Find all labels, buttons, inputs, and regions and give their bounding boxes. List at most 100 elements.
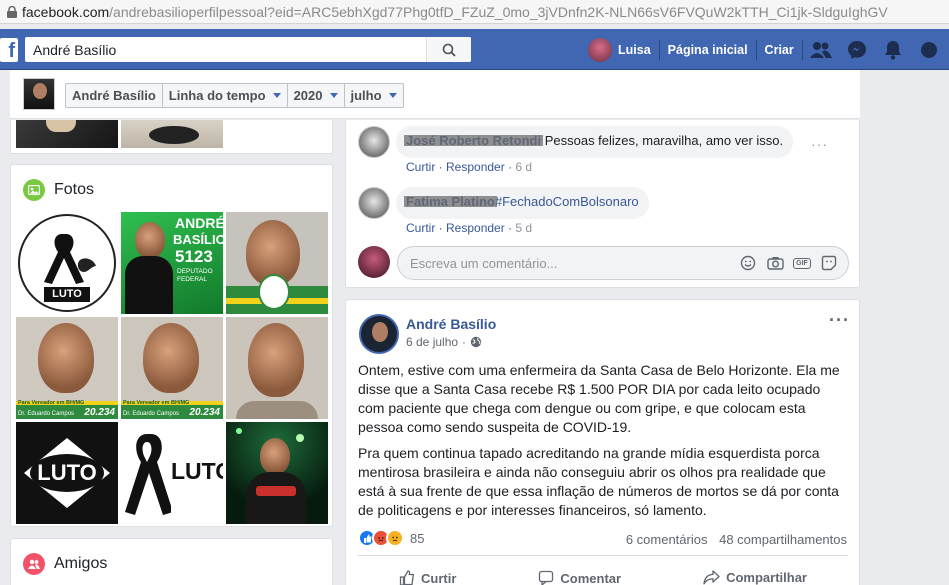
shares-count-link[interactable]: 48 compartilhamentos — [719, 532, 847, 547]
comment-input-placeholder: Escreva um comentário... — [410, 256, 558, 271]
comment-author[interactable]: José Roberto Retondi — [406, 133, 541, 148]
address-bar[interactable]: facebook.com/andrebasilioperfilpessoal?e… — [0, 0, 949, 24]
mourning-ribbon-icon — [44, 234, 96, 284]
share-button[interactable]: Compartilhar — [703, 570, 807, 585]
friends-section: Amigos — [10, 538, 333, 585]
camera-icon[interactable] — [766, 254, 784, 272]
gif-icon[interactable]: GIF — [793, 254, 811, 272]
gif-label: GIF — [793, 257, 811, 269]
photo-shirt — [246, 472, 306, 524]
friends-header[interactable]: Amigos — [23, 553, 107, 575]
profile-thumbnail[interactable] — [23, 78, 55, 110]
comments-card: José Roberto Retondi Pessoas felizes, ma… — [345, 120, 860, 288]
post-date[interactable]: 6 de julho — [406, 335, 458, 349]
post-meta: 6 de julho · — [406, 335, 482, 349]
top-nav-links: Luisa Página inicial Criar — [580, 29, 947, 70]
search-input[interactable]: André Basílio — [25, 37, 471, 62]
comment-actions: Curtir · Responder · 6 d — [406, 160, 533, 174]
thumbs-up-icon — [399, 570, 415, 585]
comment-reply-link[interactable]: Responder — [446, 221, 505, 235]
breadcrumb-month-label: julho — [350, 88, 382, 103]
comment-bubble: José Roberto Retondi Pessoas felizes, ma… — [396, 126, 794, 158]
help-button[interactable] — [911, 29, 947, 70]
comment-reply-link[interactable]: Responder — [446, 160, 505, 174]
avatar[interactable] — [359, 314, 399, 354]
photo-caption-vereador: Para Vereador em BH/MG — [18, 400, 85, 406]
breadcrumb-month[interactable]: julho — [345, 84, 403, 107]
sad-reaction-icon — [386, 529, 404, 547]
messenger-button[interactable] — [839, 29, 875, 70]
comment-time[interactable]: 6 d — [515, 160, 532, 174]
photo-face — [143, 323, 199, 393]
photo-vereador[interactable]: Para Vereador em BH/MG Dr. Eduardo Campo… — [121, 317, 223, 419]
comment-author[interactable]: Fatima Platino — [406, 194, 495, 209]
photo-profile-flag[interactable] — [226, 212, 328, 314]
post-author[interactable]: André Basílio — [406, 316, 496, 332]
post-paragraph: Pra quem continua tapado acreditando na … — [358, 445, 839, 518]
reactions-summary[interactable]: 85 — [358, 529, 424, 547]
photo-luto-text[interactable]: LUTO — [121, 422, 223, 524]
avatar[interactable] — [358, 187, 390, 219]
photo-luto-ribbon[interactable]: LUTO — [16, 212, 118, 314]
photos-header[interactable]: Fotos — [23, 179, 94, 201]
post-actions: Curtir Comentar Compartilhar — [358, 555, 848, 585]
photo-light — [236, 428, 242, 434]
breadcrumb: André Basílio Linha do tempo 2020 julho — [65, 83, 404, 108]
comment-options-icon[interactable]: ··· — [811, 136, 828, 152]
photo-caption: LUTO — [44, 287, 90, 302]
help-icon — [920, 41, 937, 58]
comment-like-link[interactable]: Curtir — [406, 221, 435, 235]
friends-title: Amigos — [54, 555, 108, 572]
sticker-icon[interactable] — [820, 254, 838, 272]
photo-vereador[interactable]: Para Vereador em BH/MG Dr. Eduardo Campo… — [16, 317, 118, 419]
emoji-icon[interactable] — [739, 254, 757, 272]
previous-card — [10, 120, 333, 154]
breadcrumb-timeline[interactable]: Linha do tempo — [163, 84, 288, 107]
post-paragraph: Ontem, estive com uma enfermeira da Sant… — [358, 362, 840, 435]
photo-luto-flag[interactable]: LUTO — [16, 422, 118, 524]
photo-face — [38, 323, 94, 393]
like-button[interactable]: Curtir — [399, 570, 456, 585]
avatar — [588, 37, 612, 62]
search-button[interactable] — [426, 37, 471, 62]
lock-icon — [7, 6, 17, 18]
bell-icon — [884, 40, 901, 60]
comment-hashtag[interactable]: #FechadoComBolsonaro — [495, 194, 639, 209]
photos-grid: LUTO ANDRÉ BASÍLIO 5123 DEPUTADO FEDERAL — [16, 212, 329, 524]
photo-profile[interactable] — [226, 317, 328, 419]
comment-input[interactable]: Escreva um comentário... GIF — [397, 246, 849, 280]
url-host: facebook.com — [22, 3, 110, 20]
profile-link[interactable]: Luisa — [580, 29, 659, 70]
notifications-button[interactable] — [875, 29, 911, 70]
breadcrumb-year[interactable]: 2020 — [288, 84, 345, 107]
comment-actions: Curtir · Responder · 5 d — [406, 221, 533, 235]
photo-caption: LUTO — [37, 460, 97, 485]
friends-icon — [23, 553, 45, 575]
share-icon — [703, 570, 720, 585]
comment-time[interactable]: 5 d — [515, 221, 532, 235]
photo-campaign[interactable]: ANDRÉ BASÍLIO 5123 DEPUTADO FEDERAL — [121, 212, 223, 314]
photo-face — [135, 222, 165, 258]
friend-requests-button[interactable] — [803, 29, 839, 70]
post-options-icon[interactable]: ··· — [829, 310, 850, 331]
globe-icon[interactable] — [470, 336, 482, 348]
comment-input-tools: GIF — [739, 254, 838, 272]
photo-thumbnail[interactable] — [16, 120, 118, 148]
breadcrumb-profile[interactable]: André Basílio — [66, 84, 163, 107]
photo-caption-name: Dr. Eduardo Campos — [18, 411, 75, 417]
photos-icon — [23, 179, 45, 201]
top-navigation-bar: f André Basílio Luisa Página inicial Cri… — [0, 29, 949, 70]
comment-button[interactable]: Comentar — [538, 570, 621, 585]
comments-count-link[interactable]: 6 comentários — [626, 532, 708, 547]
facebook-logo[interactable]: f — [0, 38, 18, 62]
reaction-count: 85 — [410, 530, 425, 546]
photo-party[interactable] — [226, 422, 328, 524]
comment-like-link[interactable]: Curtir — [406, 160, 435, 174]
photos-section: Fotos LUTO ANDRÉ BASÍLIO 5123 DEPUTADO F… — [10, 164, 333, 527]
home-link[interactable]: Página inicial — [660, 29, 756, 70]
avatar[interactable] — [358, 126, 390, 158]
photo-thumbnail[interactable] — [121, 120, 223, 148]
create-link[interactable]: Criar — [757, 29, 802, 70]
url-path: /andrebasilioperfilpessoal?eid=ARC5ebhXg… — [109, 3, 888, 20]
comment: Fatima Platino#FechadoComBolsonaro — [358, 187, 649, 219]
